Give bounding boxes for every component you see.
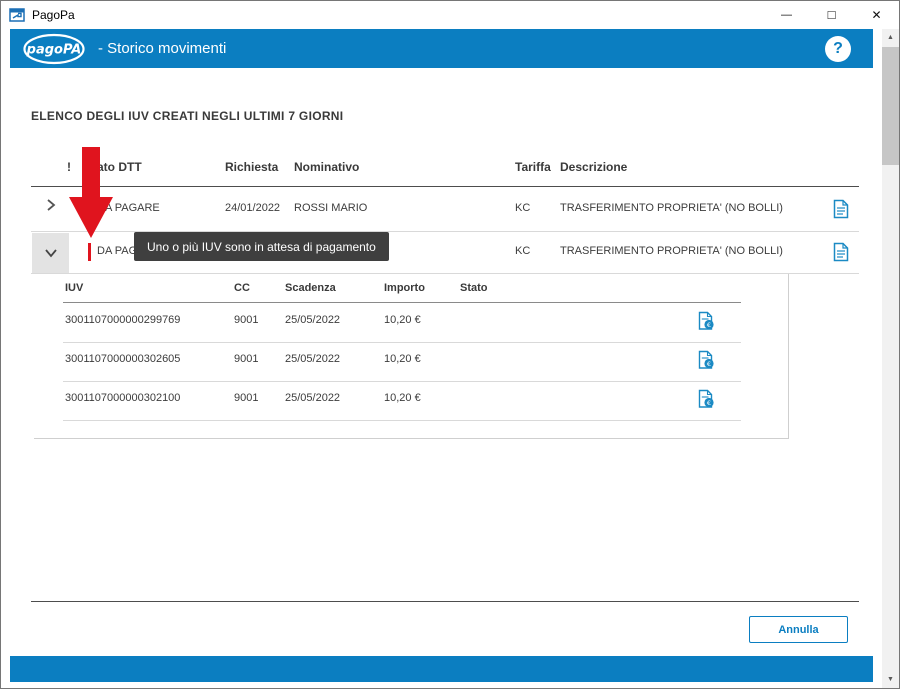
- vertical-scrollbar[interactable]: ▲ ▼: [882, 29, 899, 688]
- col-descrizione: Descrizione: [560, 160, 627, 174]
- svg-text:€: €: [707, 399, 711, 407]
- svg-text:€: €: [707, 360, 711, 368]
- help-icon: ?: [833, 40, 843, 58]
- subheader-divider: [63, 302, 741, 303]
- annotation-arrow-icon: [69, 147, 113, 244]
- status-alert-bar: [88, 243, 91, 261]
- list-heading: ELENCO DEGLI IUV CREATI NEGLI ULTIMI 7 G…: [31, 109, 343, 123]
- cell-scadenza: 25/05/2022: [285, 314, 340, 326]
- cell-importo: 10,20 €: [384, 353, 421, 365]
- window-title: PagoPa: [32, 8, 75, 22]
- cell-tariffa: KC: [515, 202, 530, 214]
- cell-descrizione: TRASFERIMENTO PROPRIETA' (NO BOLLI): [560, 202, 783, 214]
- page-title: - Storico movimenti: [98, 40, 226, 57]
- window-controls: — □ ✕: [764, 1, 899, 29]
- maximize-icon: □: [828, 7, 836, 22]
- expand-row-button[interactable]: [43, 196, 59, 217]
- close-button[interactable]: ✕: [854, 1, 899, 29]
- subrow-divider: [63, 381, 741, 382]
- document-icon: [833, 199, 849, 219]
- cell-iuv: 3001107000000302100: [65, 392, 180, 404]
- content-area: ELENCO DEGLI IUV CREATI NEGLI ULTIMI 7 G…: [10, 68, 873, 656]
- payment-notice-button[interactable]: €: [698, 389, 715, 412]
- titlebar: PagoPa — □ ✕: [1, 1, 899, 29]
- pagopa-logo-text: pagoPA: [26, 42, 82, 57]
- col-nominativo: Nominativo: [294, 160, 359, 174]
- subcol-iuv: IUV: [65, 282, 83, 294]
- col-tariffa: Tariffa: [515, 160, 551, 174]
- subcol-scadenza: Scadenza: [285, 282, 336, 294]
- cell-richiesta: 24/01/2022: [225, 202, 280, 214]
- chevron-down-icon: [42, 246, 60, 260]
- status-tooltip: Uno o più IUV sono in attesa di pagament…: [134, 232, 389, 261]
- subcol-importo: Importo: [384, 282, 425, 294]
- header-divider: [31, 186, 859, 187]
- cell-iuv: 3001107000000299769: [65, 314, 180, 326]
- document-button[interactable]: [833, 199, 849, 222]
- cell-importo: 10,20 €: [384, 392, 421, 404]
- subcol-cc: CC: [234, 282, 250, 294]
- minimize-icon: —: [781, 9, 792, 21]
- payment-notice-button[interactable]: €: [698, 311, 715, 334]
- help-button[interactable]: ?: [825, 36, 851, 62]
- footer-divider: [31, 601, 859, 602]
- svg-text:€: €: [707, 321, 711, 329]
- app-window: PagoPa — □ ✕ ▲ ▼ pagoPA - Storico movime…: [0, 0, 900, 689]
- maximize-button[interactable]: □: [809, 1, 854, 29]
- cell-cc: 9001: [234, 353, 258, 365]
- scroll-up-icon[interactable]: ▲: [882, 29, 899, 46]
- subrow-divider: [63, 420, 741, 421]
- minimize-button[interactable]: —: [764, 1, 809, 29]
- receipt-euro-icon: €: [698, 350, 715, 370]
- cell-scadenza: 25/05/2022: [285, 392, 340, 404]
- app-icon: [9, 7, 25, 23]
- cell-cc: 9001: [234, 314, 258, 326]
- app-header: pagoPA - Storico movimenti ?: [10, 29, 873, 68]
- document-button[interactable]: [833, 242, 849, 265]
- cell-nominativo: ROSSI MARIO: [294, 202, 367, 214]
- collapse-row-button[interactable]: [32, 233, 69, 273]
- pagopa-logo: pagoPA: [22, 32, 86, 66]
- subcol-stato: Stato: [460, 282, 488, 294]
- scrollbar-thumb[interactable]: [882, 47, 899, 165]
- cell-tariffa: KC: [515, 245, 530, 257]
- cell-scadenza: 25/05/2022: [285, 353, 340, 365]
- col-richiesta: Richiesta: [225, 160, 278, 174]
- payment-notice-button[interactable]: €: [698, 350, 715, 373]
- receipt-euro-icon: €: [698, 311, 715, 331]
- scroll-down-icon[interactable]: ▼: [882, 671, 899, 688]
- app-footer: [10, 656, 873, 682]
- subrow-divider: [63, 342, 741, 343]
- cancel-button[interactable]: Annulla: [749, 616, 848, 643]
- document-icon: [833, 242, 849, 262]
- cell-importo: 10,20 €: [384, 314, 421, 326]
- close-icon: ✕: [871, 8, 881, 22]
- cell-cc: 9001: [234, 392, 258, 404]
- cell-descrizione: TRASFERIMENTO PROPRIETA' (NO BOLLI): [560, 245, 783, 257]
- cell-iuv: 3001107000000302605: [65, 353, 180, 365]
- receipt-euro-icon: €: [698, 389, 715, 409]
- chevron-right-icon: [43, 196, 59, 214]
